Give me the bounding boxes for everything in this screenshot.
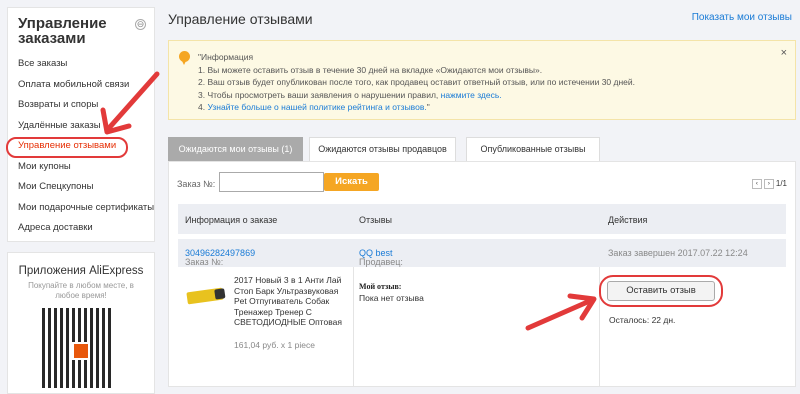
order-search-label: Заказ №: [177, 179, 216, 189]
info-line-1: 1. Вы можете оставить отзыв в течение 30… [198, 64, 543, 75]
product-image[interactable] [186, 287, 224, 305]
annotation-arrow-sidebar [100, 71, 160, 135]
apps-promo: Приложения AliExpress Покупайте в любом … [7, 252, 155, 394]
sidebar-item-gift-cards[interactable]: Мои подарочные сертификаты [8, 198, 154, 219]
apps-subtitle: Покупайте в любом месте, в любое время! [28, 281, 134, 300]
info-heading: "Информация [198, 52, 254, 62]
sidebar-item-addresses[interactable]: Адреса доставки [8, 218, 154, 239]
violations-link[interactable]: нажмите здесь. [441, 90, 502, 100]
divider [353, 267, 354, 387]
sidebar-item-special-coupons[interactable]: Мои Спецкупоны [8, 177, 154, 198]
info-line-4: 4. Узнайте больше о нашей политике рейти… [198, 102, 430, 112]
header-actions: Действия [608, 215, 648, 225]
info-line-2: 2. Ваш отзыв будет опубликован после тог… [198, 77, 636, 87]
apps-title: Приложения AliExpress [18, 265, 144, 277]
show-my-reviews-link[interactable]: Показать мои отзывы [692, 12, 792, 23]
order-status: Заказ завершен 2017.07.22 12:24 [608, 248, 748, 258]
seller: Продавец: QQ best [359, 248, 403, 267]
aliexpress-logo-icon [72, 342, 90, 360]
tab-published-reviews[interactable]: Опубликованные отзывы [466, 137, 600, 162]
prev-page-icon[interactable]: ‹ [751, 179, 762, 189]
sidebar-item-coupons[interactable]: Мои купоны [8, 157, 154, 178]
product-price: 161,04 руб. x 1 piece [234, 340, 315, 350]
tab-awaiting-my-reviews[interactable]: Ожидаются мои отзывы (1) [168, 137, 303, 162]
page-indicator: 1/1 [775, 179, 787, 189]
table-header: Информация о заказе Отзывы Действия [178, 204, 786, 234]
product-name-link[interactable]: 2017 Новый 3 в 1 Анти Лай Стоп Барк Ульт… [234, 275, 349, 328]
annotation-arrow-button [525, 293, 597, 331]
header-reviews: Отзывы [359, 215, 392, 225]
my-review-value: Пока нет отзыва [359, 293, 424, 303]
my-review-label: Мой отзыв: [359, 282, 402, 291]
collapse-icon[interactable]: ⊖ [135, 19, 146, 30]
info-notice: "Информация 1. Вы можете оставить отзыв … [168, 40, 796, 120]
tab-awaiting-seller-reviews[interactable]: Ожидаются отзывы продавцов [309, 137, 456, 162]
location-pin-icon [179, 51, 190, 65]
page-title: Управление отзывами [168, 11, 313, 27]
reviews-panel: Заказ №: Искать ‹ › 1/1 Информация о заказ… [168, 161, 796, 387]
days-remaining: Осталось: 22 дн. [609, 315, 676, 325]
next-page-icon[interactable]: › [763, 179, 774, 189]
order-row: Заказ №: 30496282497869 Продавец: QQ bes… [178, 239, 786, 267]
close-icon[interactable]: × [781, 47, 787, 59]
sidebar-title: Управление заказами [18, 15, 107, 47]
order-number: Заказ №: 30496282497869 [185, 248, 256, 267]
pagination: ‹ › 1/1 [751, 179, 787, 189]
info-text: "Информация 1. Вы можете оставить отзыв … [198, 51, 635, 114]
leave-review-button[interactable]: Оставить отзыв [607, 281, 715, 301]
rating-policy-link[interactable]: Узнайте больше о нашей политике рейтинга… [207, 102, 426, 112]
leave-review-highlight: Оставить отзыв [599, 275, 723, 307]
info-line-3: 3. Чтобы просмотреть ваши заявления о на… [198, 89, 502, 100]
header-order-info: Информация о заказе [185, 215, 278, 225]
search-button[interactable]: Искать [324, 173, 379, 191]
order-number-input[interactable] [219, 172, 324, 192]
